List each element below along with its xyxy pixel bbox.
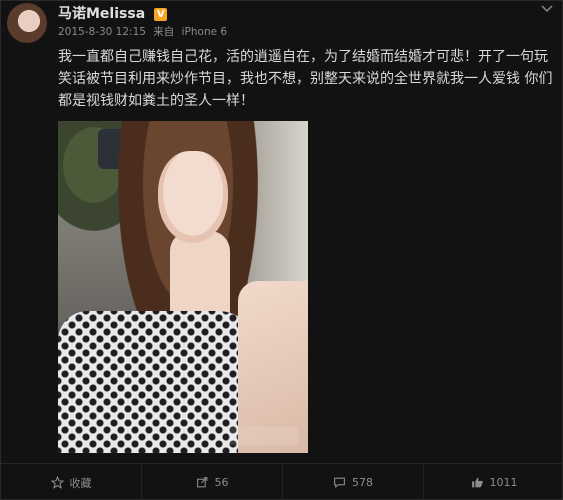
avatar[interactable] <box>7 3 47 43</box>
like-button[interactable]: 1011 <box>424 464 563 500</box>
username-link[interactable]: 马诺Melissa <box>58 3 145 23</box>
post-header: 马诺Melissa V <box>58 3 168 23</box>
post-timestamp[interactable]: 2015-8-30 12:15 <box>58 26 146 38</box>
comment-button[interactable]: 578 <box>283 464 424 500</box>
thumbs-up-icon <box>471 476 484 489</box>
favorite-button[interactable]: 收藏 <box>1 464 142 500</box>
star-icon <box>50 476 64 489</box>
comment-icon <box>333 476 346 489</box>
chevron-down-icon[interactable] <box>540 3 554 15</box>
action-bar: 收藏 56 578 1011 <box>1 464 563 500</box>
verified-badge-icon: V <box>154 8 168 21</box>
weibo-post-card: 马诺Melissa V 2015-8-30 12:15 来自 iPhone 6 … <box>0 0 563 500</box>
post-meta: 2015-8-30 12:15 来自 iPhone 6 <box>58 24 231 39</box>
post-photo[interactable] <box>58 121 308 453</box>
favorite-label: 收藏 <box>69 476 92 490</box>
share-icon <box>196 476 209 489</box>
repost-button[interactable]: 56 <box>142 464 283 500</box>
like-count: 1011 <box>489 476 518 489</box>
comment-count: 578 <box>352 476 373 489</box>
source-prefix: 来自 <box>153 26 175 38</box>
repost-count: 56 <box>214 476 229 489</box>
post-text: 我一直都自己赚钱自己花，活的逍遥自在，为了结婚而结婚才可悲！开了一句玩笑话被节目… <box>58 49 553 109</box>
watermark <box>228 427 298 445</box>
source-device: iPhone 6 <box>181 26 228 38</box>
